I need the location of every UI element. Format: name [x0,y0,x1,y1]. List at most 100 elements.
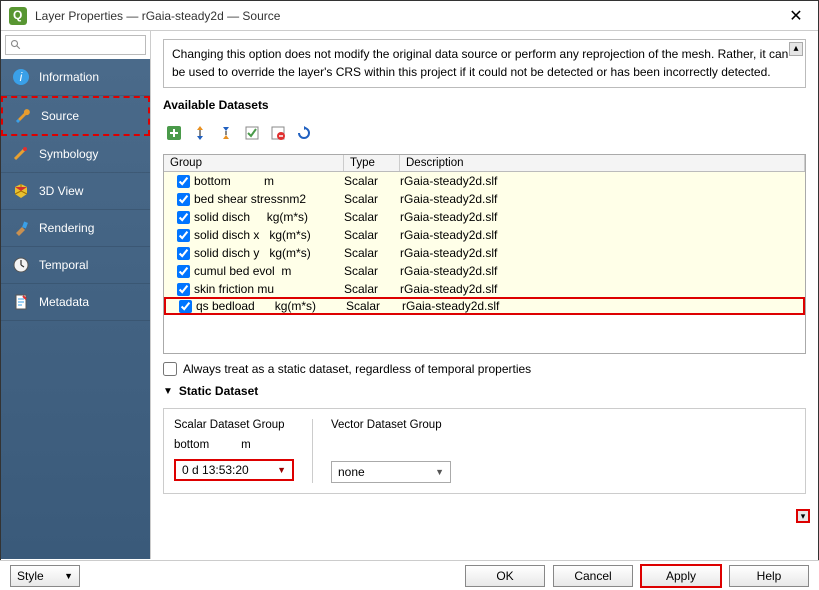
apply-button[interactable]: Apply [641,565,721,587]
search-input[interactable] [5,35,146,55]
sidebar-item-temporal[interactable]: Temporal [1,247,150,284]
row-desc: rGaia-steady2d.slf [400,264,805,278]
cube-icon [11,181,31,201]
row-group: cumul bed evol m [194,264,344,278]
sidebar-item-label: Information [39,70,99,84]
time-combo-value: 0 d 13:53:20 [182,463,249,477]
ok-button[interactable]: OK [465,565,545,587]
row-type: Scalar [346,299,402,313]
scalar-group-label: Scalar Dataset Group [174,419,294,431]
row-desc: rGaia-steady2d.slf [402,299,803,313]
row-group: solid disch y kg(m*s) [194,246,344,260]
check-all-button[interactable] [241,122,263,144]
sidebar-item-metadata[interactable]: Metadata [1,284,150,321]
sidebar-item-3dview[interactable]: 3D View [1,173,150,210]
reload-button[interactable] [293,122,315,144]
sidebar-item-rendering[interactable]: Rendering [1,210,150,247]
crs-note: Changing this option does not modify the… [163,39,806,88]
collapse-all-button[interactable] [215,122,237,144]
row-group: bed shear stressnm2 [194,192,344,206]
available-datasets-title: Available Datasets [163,98,806,112]
scroll-down-icon[interactable]: ▾ [796,509,810,523]
row-desc: rGaia-steady2d.slf [400,228,805,242]
static-dataset-title: Static Dataset [179,384,258,398]
sidebar-item-label: Source [41,109,79,123]
row-checkbox[interactable] [177,283,190,296]
cancel-button[interactable]: Cancel [553,565,633,587]
scroll-up-icon[interactable]: ▴ [789,42,803,56]
sidebar-item-label: Rendering [39,221,94,235]
dialog-footer: Style ▼ OK Cancel Apply Help [0,560,819,590]
time-combo[interactable]: 0 d 13:53:20 ▼ [174,459,294,481]
col-header-group[interactable]: Group [164,155,344,171]
row-checkbox[interactable] [177,265,190,278]
chevron-down-icon: ▼ [277,465,286,475]
always-static-label: Always treat as a static dataset, regard… [183,362,531,376]
row-type: Scalar [344,210,400,224]
chevron-down-icon: ▼ [435,467,444,477]
expand-all-button[interactable] [189,122,211,144]
row-checkbox[interactable] [177,211,190,224]
table-row[interactable]: bed shear stressnm2ScalarrGaia-steady2d.… [164,190,805,208]
table-row[interactable]: solid disch kg(m*s)ScalarrGaia-steady2d.… [164,208,805,226]
sidebar: i Information Source Symbology 3D View R… [1,31,151,559]
row-type: Scalar [344,264,400,278]
add-dataset-button[interactable] [163,122,185,144]
close-icon[interactable]: ✕ [782,6,810,26]
datasets-table: Group Type Description bottom mScalarrGa… [163,154,806,354]
row-desc: rGaia-steady2d.slf [400,192,805,206]
dataset-toolbar [163,118,806,148]
row-checkbox[interactable] [177,193,190,206]
row-group: qs bedload kg(m*s) [196,299,346,313]
help-button[interactable]: Help [729,565,809,587]
table-row[interactable]: qs bedload kg(m*s)ScalarrGaia-steady2d.s… [164,297,805,315]
sidebar-item-symbology[interactable]: Symbology [1,136,150,173]
row-checkbox[interactable] [177,247,190,260]
sidebar-item-label: Metadata [39,295,89,309]
col-header-type[interactable]: Type [344,155,400,171]
table-row[interactable]: skin friction muScalarrGaia-steady2d.slf [164,280,805,298]
style-button[interactable]: Style ▼ [10,565,80,587]
row-desc: rGaia-steady2d.slf [400,174,805,188]
scalar-group-value: bottom m [174,439,294,451]
sidebar-item-label: Symbology [39,147,98,161]
row-desc: rGaia-steady2d.slf [400,246,805,260]
row-desc: rGaia-steady2d.slf [400,282,805,296]
row-checkbox[interactable] [177,229,190,242]
sidebar-item-label: 3D View [39,184,83,198]
brush-icon [11,144,31,164]
vector-group-label: Vector Dataset Group [331,419,451,431]
row-checkbox[interactable] [177,175,190,188]
row-type: Scalar [344,228,400,242]
table-row[interactable]: solid disch y kg(m*s)ScalarrGaia-steady2… [164,244,805,262]
row-type: Scalar [344,246,400,260]
table-row[interactable]: solid disch x kg(m*s)ScalarrGaia-steady2… [164,226,805,244]
sidebar-item-information[interactable]: i Information [1,59,150,96]
style-button-label: Style [17,569,44,583]
crs-note-text: Changing this option does not modify the… [172,47,788,79]
static-dataset-toggle[interactable]: ▼ Static Dataset [163,384,806,398]
chevron-down-icon: ▼ [64,571,73,581]
sidebar-item-label: Temporal [39,258,88,272]
table-row[interactable]: cumul bed evol mScalarrGaia-steady2d.slf [164,262,805,280]
vector-combo[interactable]: none ▼ [331,461,451,483]
uncheck-all-button[interactable] [267,122,289,144]
col-header-desc[interactable]: Description [400,155,805,171]
row-type: Scalar [344,192,400,206]
table-row[interactable]: bottom mScalarrGaia-steady2d.slf [164,172,805,190]
always-static-checkbox[interactable] [163,362,177,376]
static-dataset-panel: Scalar Dataset Group bottom m 0 d 13:53:… [163,408,806,494]
document-icon [11,292,31,312]
wrench-icon [13,106,33,126]
search-icon [10,39,22,51]
paintbrush-icon [11,218,31,238]
row-type: Scalar [344,282,400,296]
window-titlebar: Layer Properties — rGaia-steady2d — Sour… [1,1,818,31]
row-checkbox[interactable] [179,300,192,313]
info-icon: i [11,67,31,87]
sidebar-item-source[interactable]: Source [1,96,150,136]
clock-icon [11,255,31,275]
row-group: solid disch x kg(m*s) [194,228,344,242]
qgis-icon [9,7,27,25]
vector-combo-value: none [338,465,365,479]
